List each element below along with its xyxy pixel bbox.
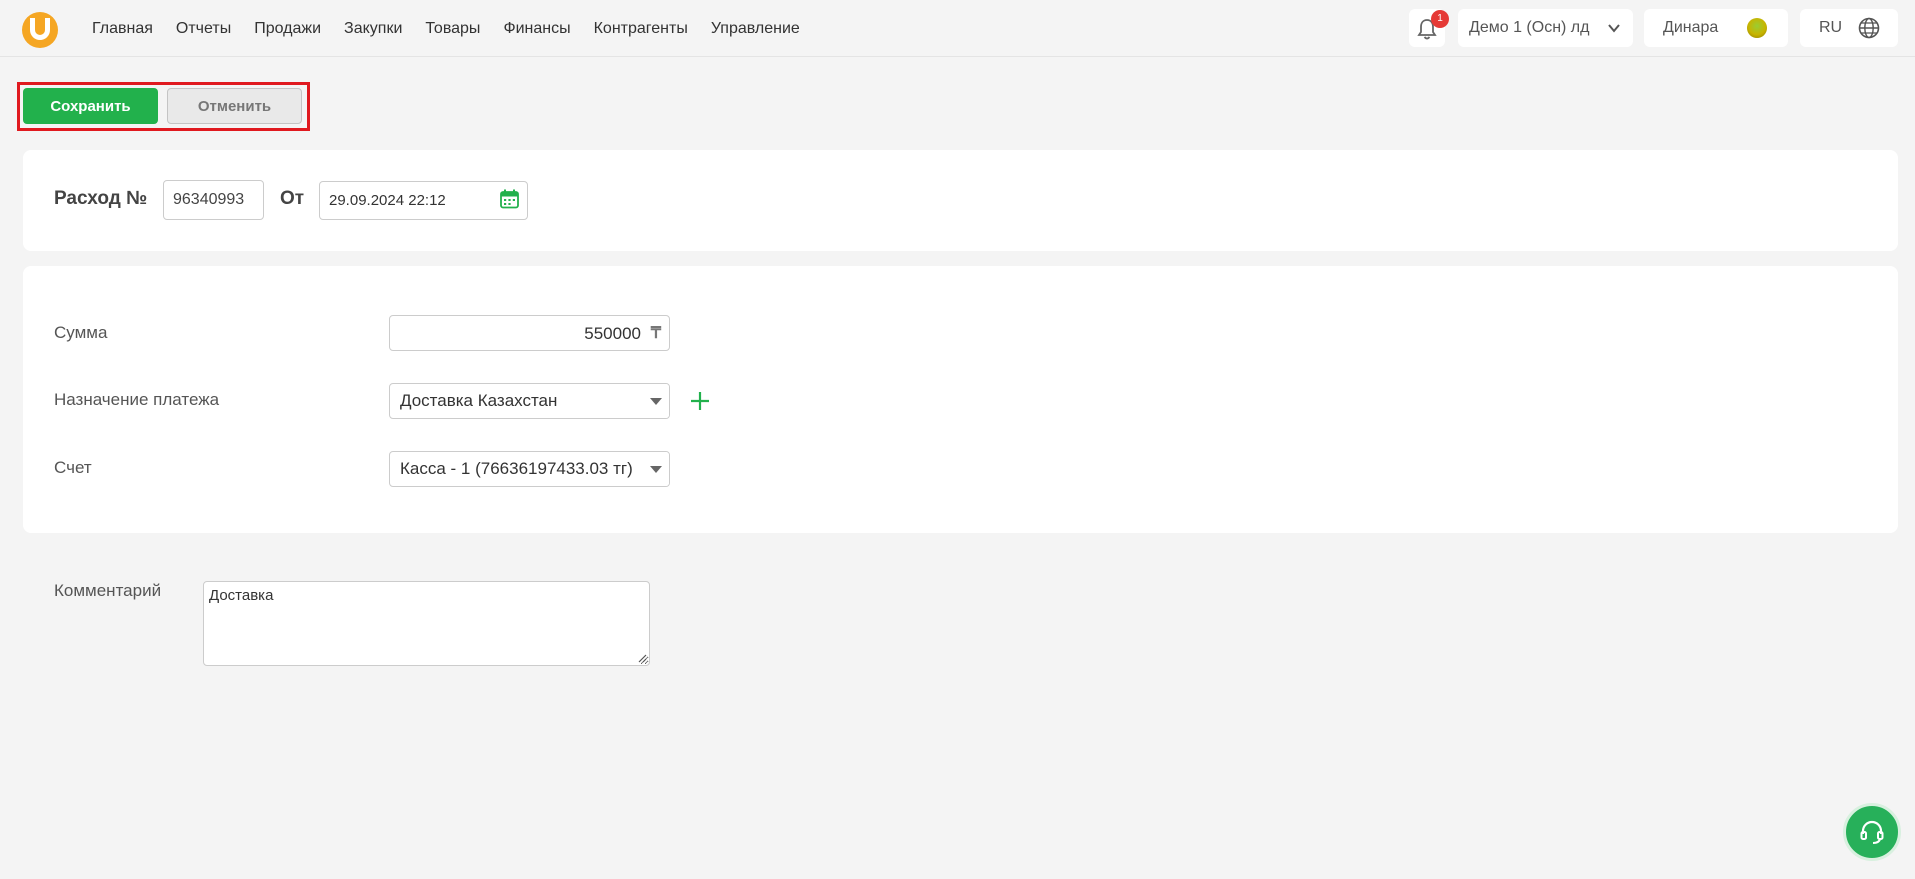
user-name: Динара [1663, 19, 1719, 36]
payment-purpose-label: Назначение платежа [54, 390, 220, 409]
nav-item-management[interactable]: Управление [711, 20, 800, 38]
caret-down-icon [650, 398, 662, 405]
account-label: Счет [54, 458, 92, 477]
save-button[interactable]: Сохранить [23, 88, 158, 124]
nav-item-purchases[interactable]: Закупки [344, 20, 402, 38]
cancel-button[interactable]: Отменить [167, 88, 302, 124]
resize-grip-icon[interactable] [637, 653, 647, 663]
amount-value: 550000 [584, 324, 641, 343]
logo-u-mark [30, 18, 50, 40]
comment-label: Комментарий [54, 581, 162, 600]
amount-input[interactable]: 550000 ₸ [389, 315, 670, 351]
expense-details-card [23, 266, 1898, 533]
nav-item-products[interactable]: Товары [425, 20, 480, 38]
date-from-label: От [280, 188, 305, 209]
nav-item-sales[interactable]: Продажи [254, 20, 321, 38]
nav-item-finance[interactable]: Финансы [503, 20, 570, 38]
nav-item-home[interactable]: Главная [92, 20, 153, 38]
notification-count-badge: 1 [1431, 10, 1449, 28]
payment-purpose-select[interactable]: Доставка Казахстан [389, 383, 670, 419]
comment-textarea[interactable]: Доставка [203, 581, 650, 666]
nav-item-counterparties[interactable]: Контрагенты [594, 20, 688, 38]
amount-label: Сумма [54, 323, 108, 342]
nav-item-reports[interactable]: Отчеты [176, 20, 231, 38]
main-menu: Главная Отчеты Продажи Закупки Товары Фи… [92, 0, 823, 57]
document-date-input[interactable] [319, 181, 528, 220]
language-code: RU [1819, 19, 1843, 36]
logo[interactable] [22, 12, 58, 48]
support-chat-button[interactable] [1843, 803, 1901, 861]
notifications-button[interactable]: 1 [1409, 9, 1449, 47]
account-value: Касса - 1 (76636197433.03 тг) [400, 459, 633, 478]
organization-selector[interactable]: Демо 1 (Осн) лд [1458, 9, 1633, 47]
globe-icon [1858, 17, 1880, 39]
document-title-label: Расход № [54, 188, 148, 209]
caret-down-icon [650, 466, 662, 473]
add-purpose-plus-icon[interactable] [690, 391, 710, 411]
document-number-input[interactable] [163, 180, 264, 220]
document-header-card [23, 150, 1898, 251]
tenge-currency-icon: ₸ [650, 325, 661, 342]
calendar-icon[interactable] [500, 189, 519, 209]
account-select[interactable]: Касса - 1 (76636197433.03 тг) [389, 451, 670, 487]
chevron-down-icon [1608, 24, 1620, 33]
organization-name: Демо 1 (Осн) лд [1469, 19, 1590, 36]
payment-purpose-value: Доставка Казахстан [400, 391, 558, 410]
headset-icon [1860, 820, 1884, 844]
language-selector[interactable]: RU [1800, 9, 1898, 47]
avatar [1747, 18, 1767, 38]
top-navigation-bar: Главная Отчеты Продажи Закупки Товары Фи… [0, 0, 1915, 57]
user-menu[interactable]: Динара [1644, 9, 1788, 47]
